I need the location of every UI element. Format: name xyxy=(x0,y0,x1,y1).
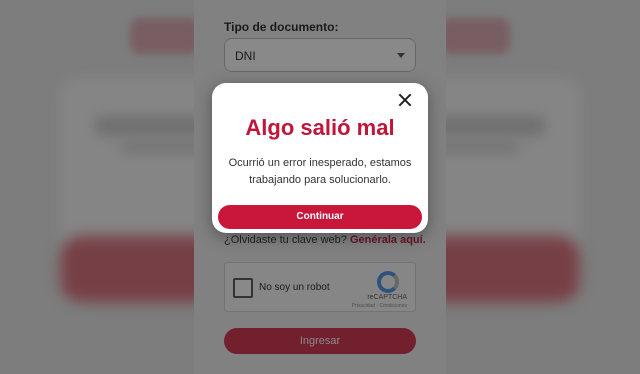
dialog-message-line1: Ocurrió un error inesperado, estamos xyxy=(228,157,412,169)
close-icon[interactable] xyxy=(398,93,412,107)
dialog-message-line2: trabajando para solucionarlo. xyxy=(249,174,391,186)
dialog-title: Algo salió mal xyxy=(245,115,395,140)
dialog-message: Ocurrió un error inesperado, estamos tra… xyxy=(226,155,414,189)
error-dialog: Algo salió mal Ocurrió un error inespera… xyxy=(212,83,428,233)
continue-button[interactable]: Continuar xyxy=(218,205,422,229)
